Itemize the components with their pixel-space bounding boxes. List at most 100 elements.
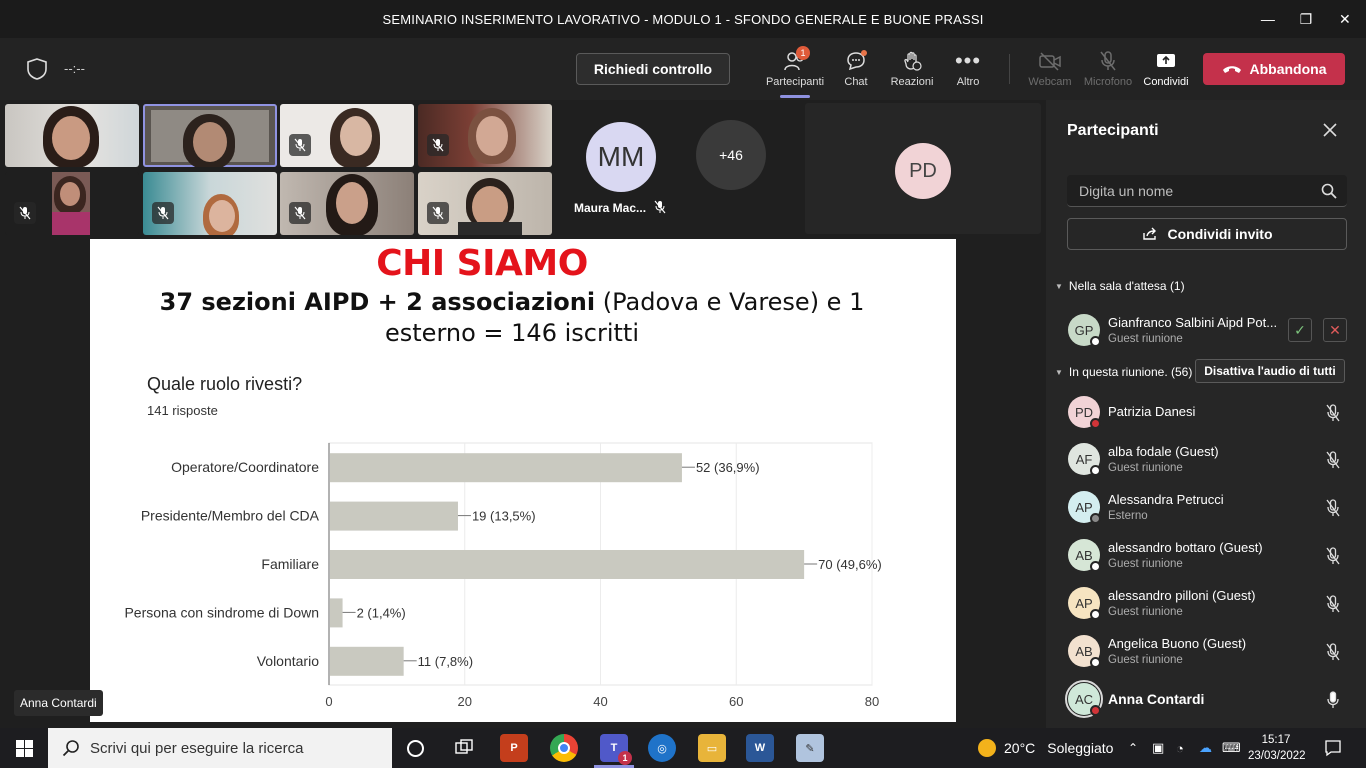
admit-button[interactable]: ✓ xyxy=(1288,318,1312,342)
keyboard-icon[interactable]: ⌨ xyxy=(1222,728,1241,768)
chevron-up-icon[interactable]: ⌃ xyxy=(1128,728,1138,768)
mic-off-icon[interactable] xyxy=(1326,451,1340,469)
avatar-initials: AF xyxy=(1075,451,1093,467)
waiting-room-section[interactable]: ▼ Nella sala d'attesa (1) xyxy=(1055,279,1185,293)
leave-button[interactable]: Abbandona xyxy=(1203,53,1345,85)
participant-row[interactable]: AP Alessandra Petrucci Esterno xyxy=(1068,491,1348,531)
onedrive-icon[interactable]: ☁ xyxy=(1199,728,1212,768)
clock[interactable]: 15:17 23/03/2022 xyxy=(1248,732,1306,764)
thunderbird-icon[interactable]: ◎ xyxy=(648,734,676,762)
mic-on-icon[interactable] xyxy=(1326,691,1340,709)
microphone-button[interactable]: Microfono xyxy=(1076,48,1140,94)
avatar-initials: AB xyxy=(1075,643,1093,659)
mic-off-icon[interactable] xyxy=(1326,547,1340,565)
participant-search[interactable] xyxy=(1067,175,1347,207)
bar-chart: 0 20 40 60 80 Operatore/Coordinatore 52 (36,9%… xyxy=(124,442,882,709)
share-invite-button[interactable]: Condividi invito xyxy=(1067,218,1347,250)
paint-icon[interactable]: ✎ xyxy=(796,734,824,762)
data-label: 52 (36,9%) xyxy=(696,460,760,475)
weather-temp: 20°C xyxy=(1004,740,1036,756)
close-window-button[interactable]: ✕ xyxy=(1322,0,1366,38)
leave-label: Abbandona xyxy=(1249,61,1327,77)
check-icon: ✓ xyxy=(1294,321,1306,338)
share-invite-label: Condividi invito xyxy=(1167,226,1273,242)
cortana-icon[interactable] xyxy=(407,740,424,757)
taskbar-search[interactable]: Scrivi qui per eseguire la ricerca xyxy=(48,728,392,768)
panel-title: Partecipanti xyxy=(1067,122,1159,139)
request-control-button[interactable]: Richiedi controllo xyxy=(576,53,730,85)
video-tile[interactable] xyxy=(280,172,414,235)
meet-now-icon[interactable]: ▣ xyxy=(1152,728,1164,768)
more-participants-button[interactable]: +46 xyxy=(696,120,766,190)
participant-row[interactable]: PD Patrizia Danesi xyxy=(1068,396,1348,436)
deny-button[interactable]: ✕ xyxy=(1323,318,1347,342)
weather-desc: Soleggiato xyxy=(1047,740,1114,756)
mute-all-button[interactable]: Disattiva l'audio di tutti xyxy=(1195,359,1345,383)
mic-off-icon[interactable] xyxy=(1326,643,1340,661)
reactions-button[interactable]: Reazioni xyxy=(880,48,944,94)
participant-row[interactable]: AF alba fodale (Guest) Guest riunione xyxy=(1068,443,1348,483)
video-tile-active-speaker[interactable] xyxy=(143,104,277,167)
participant-row[interactable]: AP alessandro pilloni (Guest) Guest riunio… xyxy=(1068,587,1348,627)
in-meeting-section[interactable]: ▼ In questa riunione. (56) xyxy=(1055,365,1192,379)
participants-button[interactable]: 1 Partecipanti xyxy=(763,46,827,94)
participant-row[interactable]: AB alessandro bottaro (Guest) Guest riunio… xyxy=(1068,539,1348,579)
file-explorer-icon[interactable]: ▭ xyxy=(698,734,726,762)
mic-off-icon[interactable] xyxy=(1326,404,1340,422)
participant-role: Guest riunione xyxy=(1108,654,1183,666)
powerpoint-icon[interactable]: P xyxy=(500,734,528,762)
muted-mic-icon xyxy=(654,200,666,214)
wifi-icon[interactable]: ◔ xyxy=(1176,728,1184,768)
mic-off-icon xyxy=(1098,48,1118,74)
category-label: Operatore/Coordinatore xyxy=(171,459,319,475)
active-tab-indicator xyxy=(780,95,810,98)
webcam-button[interactable]: Webcam xyxy=(1018,48,1082,94)
mic-off-icon[interactable] xyxy=(1326,595,1340,613)
video-tile[interactable] xyxy=(418,172,552,235)
participants-label: Partecipanti xyxy=(765,76,825,88)
notifications-icon[interactable] xyxy=(1324,739,1342,757)
avatar-mm[interactable]: MM xyxy=(586,122,656,192)
avatar-initials: AB xyxy=(1075,547,1093,563)
people-icon: 1 xyxy=(783,46,810,74)
video-tile[interactable] xyxy=(5,104,139,167)
status-indicator xyxy=(1090,609,1101,620)
teams-icon[interactable]: T1 xyxy=(600,734,632,765)
share-button[interactable]: Condividi xyxy=(1134,48,1198,94)
video-tile[interactable] xyxy=(280,104,414,167)
bar xyxy=(330,453,682,483)
muted-mic-icon xyxy=(427,134,449,156)
title-bar: SEMINARIO INSERIMENTO LAVORATIVO - MODUL… xyxy=(0,0,1366,38)
video-tile[interactable] xyxy=(418,104,552,167)
chat-button[interactable]: Chat xyxy=(824,48,888,94)
data-label: 11 (7,8%) xyxy=(418,654,473,669)
search-input[interactable] xyxy=(1067,175,1297,207)
chrome-icon[interactable] xyxy=(550,734,578,762)
waiting-participant[interactable]: GP Gianfranco Salbini Aipd Pot... Guest … xyxy=(1068,314,1348,354)
word-icon[interactable]: W xyxy=(746,734,774,762)
close-panel-icon[interactable] xyxy=(1320,120,1340,140)
mic-off-icon[interactable] xyxy=(1326,499,1340,517)
more-icon: ••• xyxy=(954,48,982,73)
category-label: Persona con sindrome di Down xyxy=(124,604,319,620)
participant-row[interactable]: AB Angelica Buono (Guest) Guest riunione xyxy=(1068,635,1348,675)
weather-widget[interactable]: 20°C Soleggiato xyxy=(978,728,1113,768)
avatar-initials: AC xyxy=(1074,691,1094,707)
windows-start-icon[interactable] xyxy=(16,740,33,757)
search-icon[interactable] xyxy=(1321,183,1337,199)
large-participant-tile[interactable]: PD xyxy=(805,103,1041,234)
toolbar-divider xyxy=(1009,54,1010,84)
participant-name: Maura Mac... xyxy=(574,201,647,215)
more-button[interactable]: ••• Altro xyxy=(936,48,1000,94)
video-tile[interactable] xyxy=(5,172,139,235)
more-participants-count: +46 xyxy=(719,147,743,163)
status-indicator xyxy=(1090,465,1101,476)
speaker-name-label: Anna Contardi xyxy=(14,690,103,716)
collapse-icon: ▼ xyxy=(1055,367,1063,377)
waiting-room-label: Nella sala d'attesa (1) xyxy=(1068,279,1185,293)
data-label: 2 (1,4%) xyxy=(357,605,406,620)
video-tile[interactable] xyxy=(143,172,277,235)
participant-row[interactable]: AC Anna Contardi xyxy=(1065,680,1348,723)
task-view-icon[interactable] xyxy=(455,739,473,757)
status-indicator xyxy=(1090,561,1101,572)
